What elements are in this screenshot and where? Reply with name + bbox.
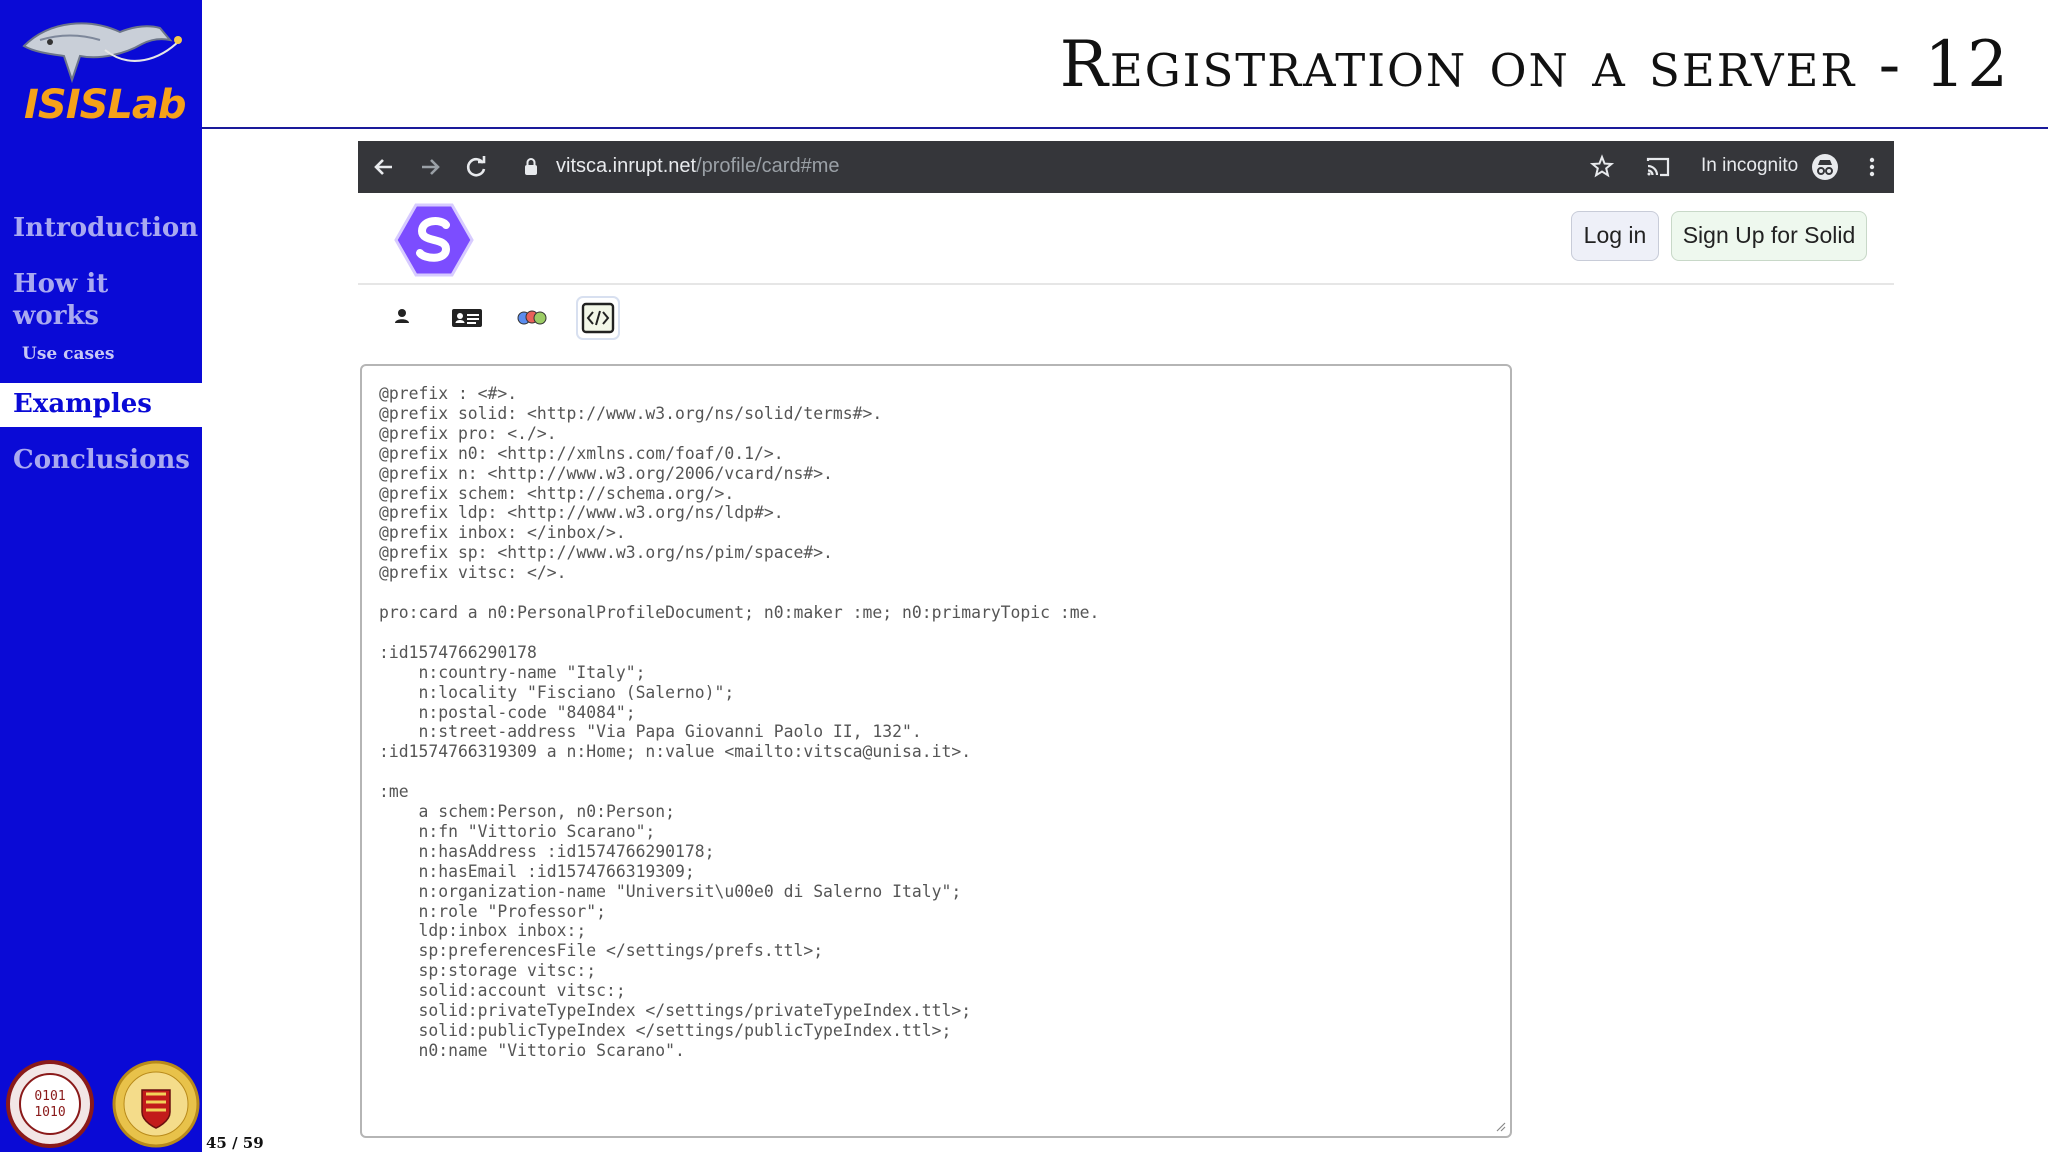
university-seal-logo: [112, 1060, 200, 1148]
page-number: 45 / 59: [206, 1134, 264, 1152]
nav-how-it-works[interactable]: How it works: [13, 268, 108, 332]
solid-logo[interactable]: [394, 201, 474, 279]
login-button[interactable]: Log in: [1571, 211, 1659, 261]
reload-icon[interactable]: [462, 153, 490, 181]
star-icon[interactable]: [1588, 153, 1616, 181]
resize-handle-icon[interactable]: [1494, 1120, 1506, 1132]
groups-icon[interactable]: [510, 296, 554, 340]
code-icon[interactable]: [576, 296, 620, 340]
menu-icon[interactable]: [1858, 153, 1886, 181]
incognito-icon[interactable]: [1811, 153, 1839, 181]
cast-icon[interactable]: [1644, 153, 1672, 181]
svg-text:1010: 1010: [34, 1105, 65, 1120]
nav-examples[interactable]: Examples: [13, 388, 152, 420]
url-path: /profile/card#me: [696, 155, 840, 177]
department-seal-logo: 0101 1010: [6, 1060, 94, 1148]
svg-text:0101: 0101: [34, 1089, 65, 1104]
lock-icon: [525, 158, 537, 175]
logo-text: ISISLab: [24, 82, 186, 128]
signup-button[interactable]: Sign Up for Solid: [1671, 211, 1867, 261]
incognito-label: In incognito: [1701, 155, 1799, 176]
address-bar[interactable]: vitsca.inrupt.net/profile/card#me: [556, 155, 839, 178]
nav-conclusions[interactable]: Conclusions: [13, 444, 190, 476]
contact-card-icon[interactable]: [445, 296, 489, 340]
turtle-source-editor[interactable]: @prefix : <#>. @prefix solid: <http://ww…: [360, 364, 1512, 1138]
sidebar: ISISLab Introduction How it works Use ca…: [0, 0, 202, 1152]
url-host: vitsca.inrupt.net: [556, 155, 697, 177]
title-divider: [202, 127, 2048, 129]
nav-introduction[interactable]: Introduction: [13, 212, 198, 244]
header-divider: [358, 283, 1894, 285]
browser-window: vitsca.inrupt.net/profile/card#me In inc…: [358, 141, 1894, 1152]
person-icon[interactable]: [380, 296, 424, 340]
slide-title: Registration on a server - 12: [1059, 28, 2010, 102]
nav-use-cases[interactable]: Use cases: [22, 344, 114, 364]
browser-toolbar: vitsca.inrupt.net/profile/card#me In inc…: [358, 141, 1894, 193]
back-icon[interactable]: [370, 153, 398, 181]
turtle-source-code: @prefix : <#>. @prefix solid: <http://ww…: [379, 384, 1100, 1060]
forward-icon[interactable]: [416, 153, 444, 181]
